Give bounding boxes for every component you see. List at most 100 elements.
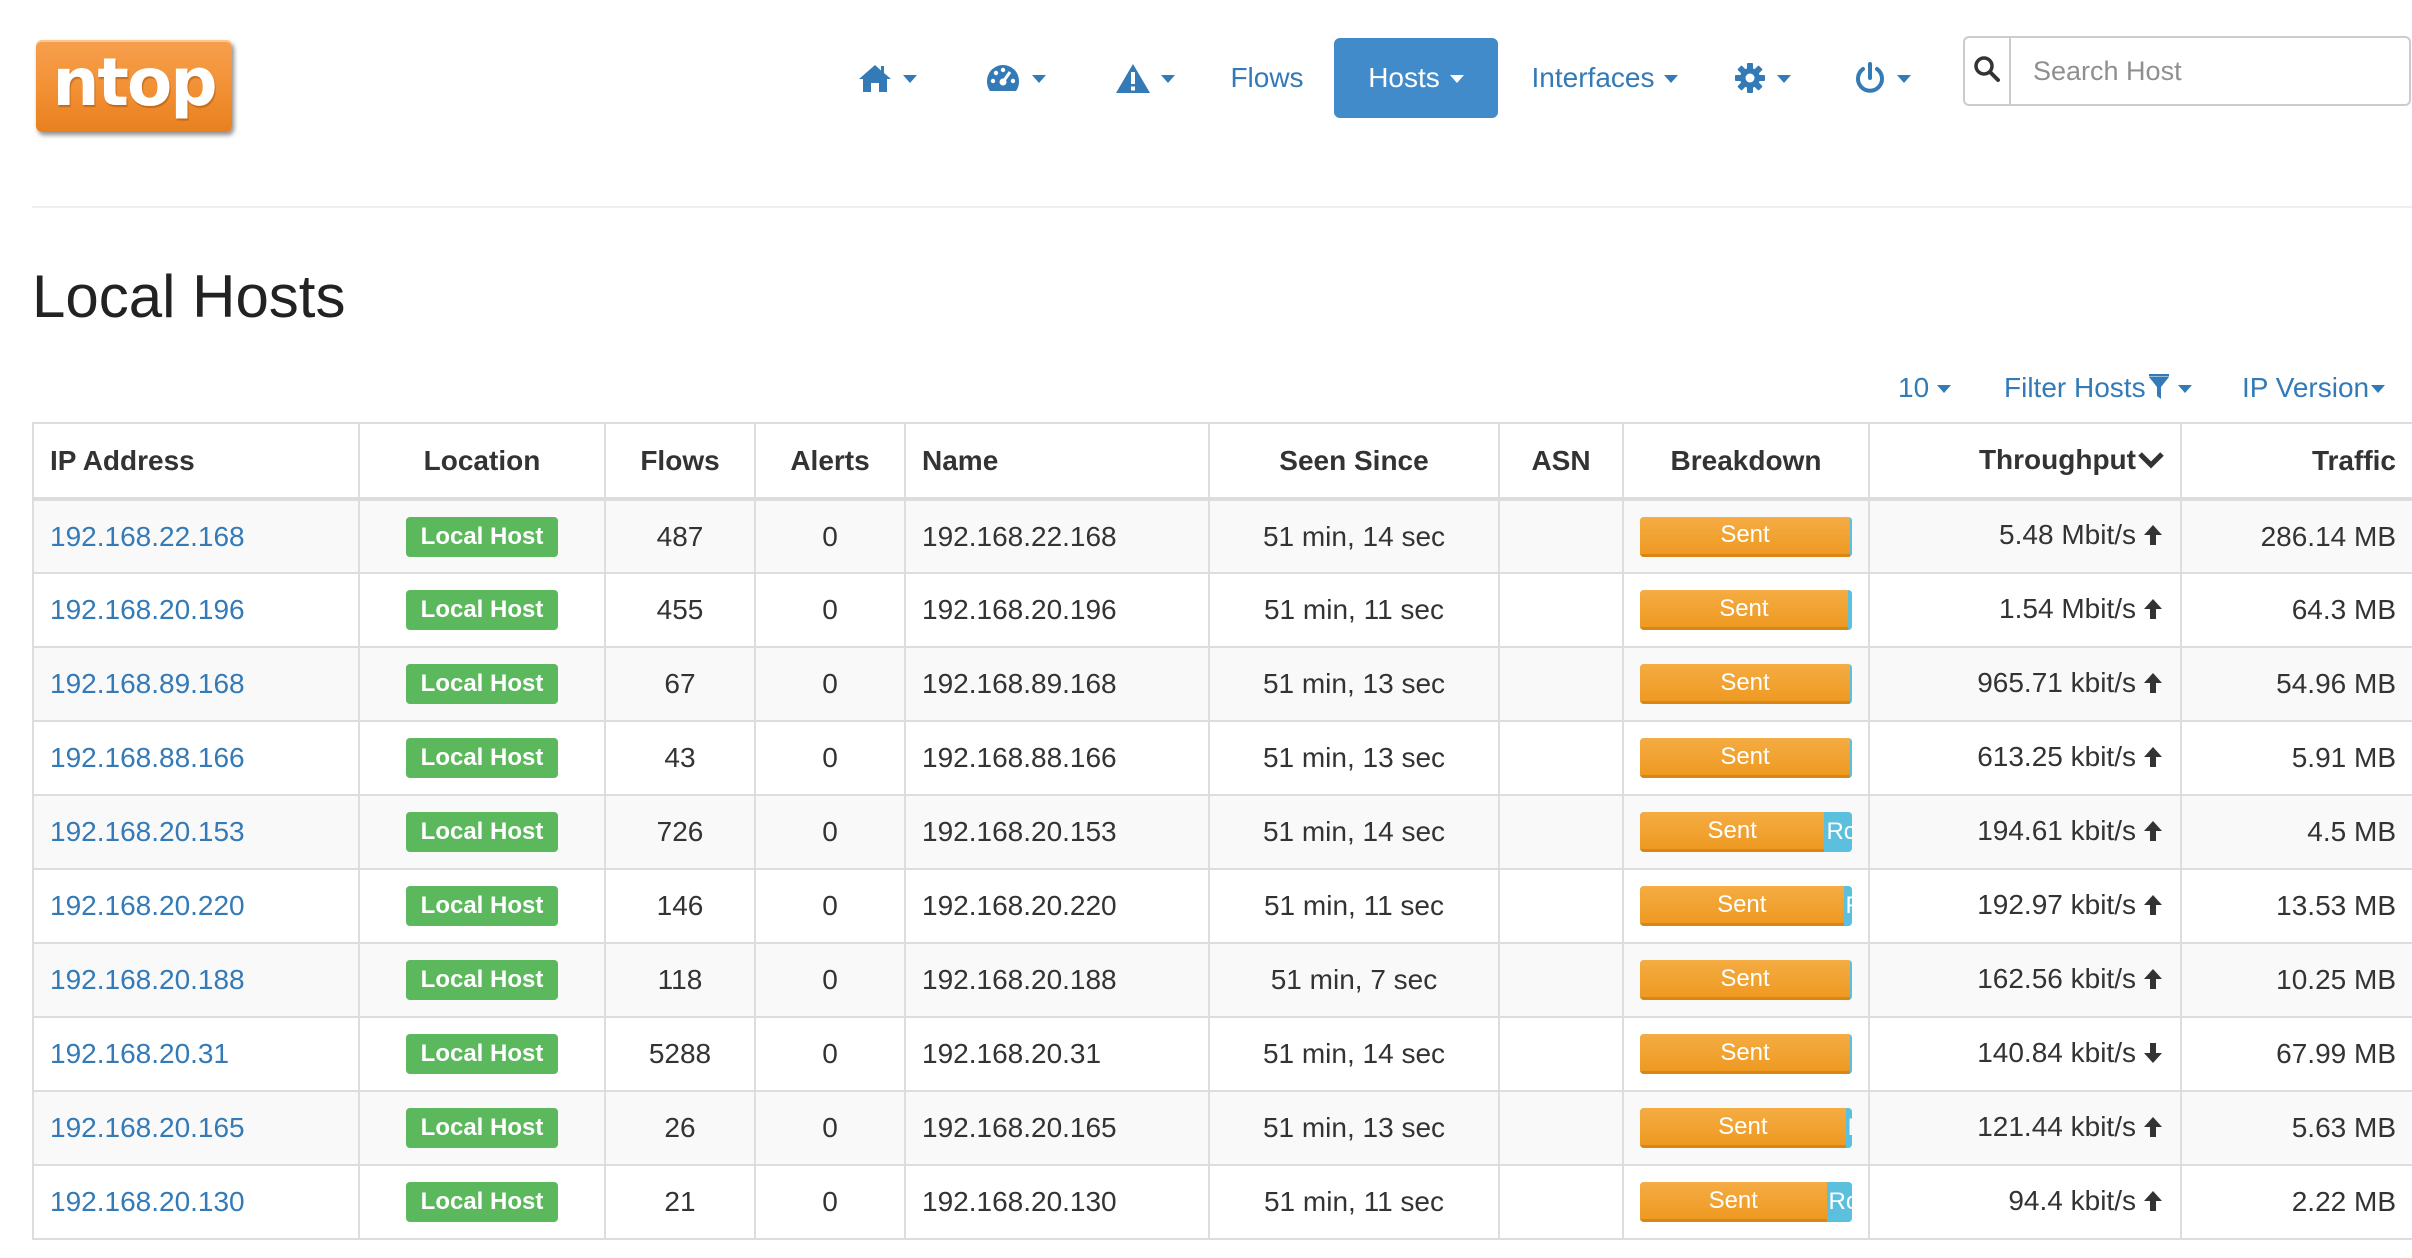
ip-link[interactable]: 192.168.22.168 <box>50 521 245 552</box>
cell-location: Local Host <box>358 1164 606 1240</box>
cell-location: Local Host <box>358 646 606 722</box>
page-size-label: 10 <box>1898 372 1930 403</box>
cell-traffic: 5.91 MB <box>2180 720 2412 796</box>
nav-interfaces-dropdown[interactable]: Interfaces <box>1520 38 1690 118</box>
sent-segment: Sent <box>1640 812 1825 852</box>
search-button[interactable] <box>1965 38 2011 104</box>
col-header-asn[interactable]: ASN <box>1498 422 1624 501</box>
cell-ip-address: 192.168.20.130 <box>32 1164 360 1240</box>
ip-link[interactable]: 192.168.20.130 <box>50 1186 245 1217</box>
table-row[interactable]: 192.168.20.165 Local Host 26 0 192.168.20.16… <box>32 1090 2412 1166</box>
ip-link[interactable]: 192.168.20.196 <box>50 594 245 625</box>
ip-link[interactable]: 192.168.20.220 <box>50 890 245 921</box>
arrow-up-icon <box>2142 966 2164 998</box>
throughput-value: 121.44 kbit/s <box>1977 1110 2136 1142</box>
sent-label: Sent <box>1720 742 1770 770</box>
arrow-up-icon <box>2142 1188 2164 1220</box>
col-header-flows[interactable]: Flows <box>604 422 756 501</box>
sent-label: Sent <box>1708 1186 1758 1214</box>
cell-alerts: 0 <box>754 572 906 648</box>
cell-traffic: 54.96 MB <box>2180 646 2412 722</box>
cell-location: Local Host <box>358 1016 606 1092</box>
cell-throughput: 162.56 kbit/s <box>1868 942 2182 1018</box>
table-row[interactable]: 192.168.89.168 Local Host 67 0 192.168.89.16… <box>32 646 2412 722</box>
nav-flows[interactable]: Flows <box>1212 38 1322 118</box>
cell-location: Local Host <box>358 720 606 796</box>
cell-throughput: 613.25 kbit/s <box>1868 720 2182 796</box>
sent-label: Sent <box>1717 890 1767 918</box>
cell-throughput: 94.4 kbit/s <box>1868 1164 2182 1240</box>
table-row[interactable]: 192.168.22.168 Local Host 487 0 192.168.22.1… <box>32 498 2412 574</box>
nav-home-dropdown[interactable] <box>832 38 942 118</box>
ntop-logo[interactable]: ntop <box>36 40 232 132</box>
cell-ip-address: 192.168.20.165 <box>32 1090 360 1166</box>
col-header-name[interactable]: Name <box>904 422 1210 501</box>
cell-breakdown: Sent Rc <box>1622 794 1870 870</box>
ip-link[interactable]: 192.168.89.168 <box>50 668 245 699</box>
cell-seen-since: 51 min, 13 sec <box>1208 720 1500 796</box>
table-row[interactable]: 192.168.20.196 Local Host 455 0 192.168.20.1… <box>32 572 2412 648</box>
nav-hosts-dropdown[interactable]: Hosts <box>1334 38 1498 118</box>
sent-segment: Sent <box>1640 516 1850 557</box>
nav-settings-dropdown[interactable] <box>1712 38 1812 118</box>
ip-link[interactable]: 192.168.20.188 <box>50 964 245 995</box>
ip-version-dropdown[interactable]: IP Version <box>2242 368 2386 408</box>
ip-link[interactable]: 192.168.20.31 <box>50 1038 229 1069</box>
col-header-alerts[interactable]: Alerts <box>754 422 906 501</box>
rcvd-segment: Rc <box>1824 812 1852 852</box>
table-row[interactable]: 192.168.20.130 Local Host 21 0 192.168.20.13… <box>32 1164 2412 1240</box>
table-body: 192.168.22.168 Local Host 487 0 192.168.22.1… <box>32 498 2412 1240</box>
table-row[interactable]: 192.168.20.188 Local Host 118 0 192.168.20.1… <box>32 942 2412 1018</box>
chevron-down-icon <box>1777 75 1791 83</box>
cell-traffic: 64.3 MB <box>2180 572 2412 648</box>
rcvd-segment <box>1850 1034 1852 1074</box>
cell-breakdown: Sent <box>1622 572 1870 648</box>
rcvd-segment: F <box>1845 1108 1852 1148</box>
cell-breakdown: Sent F <box>1622 1090 1870 1166</box>
nav-power-dropdown[interactable] <box>1832 38 1932 118</box>
ip-link[interactable]: 192.168.20.153 <box>50 816 245 847</box>
col-header-seen-since[interactable]: Seen Since <box>1208 422 1500 501</box>
cell-flows: 43 <box>604 720 756 796</box>
sent-segment: Sent <box>1640 1034 1850 1074</box>
traffic-breakdown-bar: Sent F <box>1640 1108 1852 1148</box>
cell-seen-since: 51 min, 13 sec <box>1208 646 1500 722</box>
cell-location: Local Host <box>358 794 606 870</box>
chevron-down-icon <box>1032 75 1046 83</box>
col-header-ip-address[interactable]: IP Address <box>32 422 360 501</box>
arrow-up-icon <box>2142 522 2164 554</box>
chevron-down-icon <box>1664 75 1679 83</box>
cell-alerts: 0 <box>754 942 906 1018</box>
ip-link[interactable]: 192.168.88.166 <box>50 742 245 773</box>
cell-ip-address: 192.168.20.188 <box>32 942 360 1018</box>
nav-alerts-dropdown[interactable] <box>1090 38 1200 118</box>
search-input[interactable] <box>2011 38 2409 104</box>
location-badge: Local Host <box>405 960 559 1000</box>
col-header-location[interactable]: Location <box>358 422 606 501</box>
ip-link[interactable]: 192.168.20.165 <box>50 1112 245 1143</box>
cell-alerts: 0 <box>754 868 906 944</box>
nav-dashboard-dropdown[interactable] <box>960 38 1070 118</box>
cell-asn <box>1498 868 1624 944</box>
header-divider <box>32 206 2412 208</box>
rcvd-segment: Rc <box>1826 1182 1852 1222</box>
table-row[interactable]: 192.168.20.31 Local Host 5288 0 192.168.20.3… <box>32 1016 2412 1092</box>
filter-hosts-dropdown[interactable]: Filter Hosts <box>2004 368 2192 408</box>
cell-name: 192.168.22.168 <box>904 498 1210 574</box>
page-size-dropdown[interactable]: 10 <box>1898 368 1952 408</box>
sent-label: Sent <box>1720 964 1770 992</box>
col-header-throughput[interactable]: Throughput <box>1868 422 2182 501</box>
cell-throughput: 194.61 kbit/s <box>1868 794 2182 870</box>
table-row[interactable]: 192.168.20.220 Local Host 146 0 192.168.20.2… <box>32 868 2412 944</box>
cell-seen-since: 51 min, 14 sec <box>1208 498 1500 574</box>
chevron-down-icon <box>1449 75 1464 83</box>
col-header-traffic[interactable]: Traffic <box>2180 422 2412 501</box>
rcvd-segment <box>1850 516 1852 557</box>
cell-location: Local Host <box>358 1090 606 1166</box>
arrow-up-icon <box>2142 818 2164 850</box>
table-row[interactable]: 192.168.20.153 Local Host 726 0 192.168.20.1… <box>32 794 2412 870</box>
traffic-breakdown-bar: Sent <box>1640 590 1852 630</box>
local-hosts-table: IP Address Location Flows Alerts Name Se… <box>32 422 2412 1240</box>
cell-traffic: 4.5 MB <box>2180 794 2412 870</box>
table-row[interactable]: 192.168.88.166 Local Host 43 0 192.168.88.16… <box>32 720 2412 796</box>
